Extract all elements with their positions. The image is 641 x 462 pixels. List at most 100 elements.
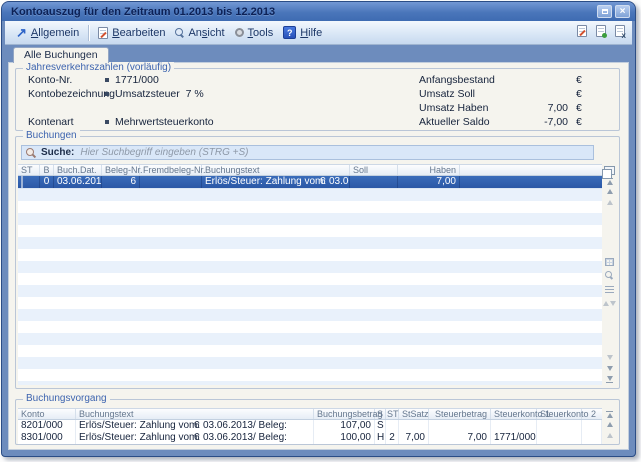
page-up-icon — [607, 433, 613, 438]
table-row-selected[interactable]: 0 03.06.2013 6 Erlös/Steuer: Zahlung vom… — [18, 176, 602, 188]
scroll-up-button[interactable] — [603, 419, 616, 430]
export-icon[interactable] — [615, 25, 625, 37]
field-label: Umsatz Soll — [419, 88, 475, 100]
cell-soll — [350, 176, 398, 188]
column-header-steuerkonto1[interactable]: Steuerkonto 1 — [491, 409, 537, 419]
search-icon — [605, 271, 614, 280]
gear-icon — [235, 28, 244, 37]
scroll-to-bottom-button[interactable] — [603, 374, 616, 385]
field-label: Kontenart — [28, 116, 74, 128]
title-bar[interactable]: Kontoauszug für den Zeitraum 01.2013 bis… — [2, 2, 635, 21]
column-header-soll[interactable]: Soll — [350, 165, 398, 175]
cell-filler — [582, 420, 602, 432]
scroll-to-top-button[interactable] — [603, 408, 616, 419]
column-chooser-button[interactable] — [603, 164, 616, 175]
transaction-scroll-strip — [603, 408, 616, 441]
column-header-filler — [582, 409, 602, 419]
cell-buchungstext: Erlös/Steuer: Zahlung vom: 03.06.2013/ B… — [76, 420, 314, 432]
column-header-st[interactable]: ST — [18, 165, 40, 175]
column-header-buchungsbetrag[interactable]: Buchungsbetrag — [314, 409, 375, 419]
scroll-up-button[interactable] — [603, 186, 616, 197]
toolbar-separator — [88, 25, 89, 41]
cell-b: 0 — [40, 176, 54, 188]
bookings-table-header: ST B Buch.Dat. Beleg-Nr. Fremdbeleg-Nr. … — [18, 164, 602, 176]
column-header-buchungstext[interactable]: Buchungstext — [76, 409, 314, 419]
cell-steuerkonto2 — [537, 432, 582, 444]
column-header-b[interactable]: B — [40, 165, 54, 175]
menu-ansicht[interactable]: Ansicht — [170, 25, 229, 41]
currency-symbol: € — [576, 88, 582, 100]
column-header-st[interactable]: ST — [386, 409, 399, 419]
menu-hilfe[interactable]: ? Hilfe — [278, 24, 327, 41]
column-header-buchdat[interactable]: Buch.Dat. — [54, 165, 102, 175]
menu-tools[interactable]: Tools — [230, 25, 279, 41]
column-header-haben[interactable]: Haben — [398, 165, 460, 175]
client-area: Alle Buchungen Jahresverkehrszahlen (vor… — [6, 46, 631, 452]
close-button[interactable]: × — [615, 5, 630, 18]
scroll-top-icon — [607, 413, 613, 418]
menu-allgemein[interactable]: ↗ Allgemein — [11, 25, 84, 41]
search-row-button[interactable] — [603, 270, 616, 281]
field-label: Kontobezeichnung — [28, 88, 115, 100]
cell-steuerkonto1 — [491, 420, 537, 432]
grid-icon — [605, 258, 614, 266]
column-chooser-icon — [604, 166, 615, 175]
cell-fremdbelegnr — [140, 176, 202, 188]
tab-alle-buchungen[interactable]: Alle Buchungen — [13, 47, 109, 63]
group-summary-title: Jahresverkehrszahlen (vorläufig) — [23, 62, 174, 74]
scroll-bottom-icon — [607, 376, 613, 381]
group-bookings-title: Buchungen — [23, 130, 80, 142]
scroll-top-icon — [607, 180, 613, 185]
page-down-button[interactable] — [603, 352, 616, 363]
help-icon: ? — [283, 26, 296, 39]
toolbar: ↗ Allgemein Bearbeiten Ansicht Tools ? H… — [5, 21, 632, 45]
column-header-fremdbelegnr[interactable]: Fremdbeleg-Nr. — [140, 165, 202, 175]
list-view-button[interactable] — [603, 284, 616, 295]
search-input[interactable] — [80, 147, 589, 158]
cell-steuerkonto2 — [537, 420, 582, 432]
print-icon[interactable] — [577, 25, 587, 37]
table-row[interactable]: 8201/000 Erlös/Steuer: Zahlung vom: 03.0… — [18, 420, 602, 432]
column-header-s[interactable]: S — [375, 409, 386, 419]
edit-icon — [98, 27, 108, 39]
column-header-belegnr[interactable]: Beleg-Nr. — [102, 165, 140, 175]
bullet-icon — [105, 78, 109, 82]
close-icon: × — [620, 7, 626, 17]
menu-bearbeiten[interactable]: Bearbeiten — [93, 25, 170, 41]
refresh-icon[interactable] — [596, 25, 606, 37]
arrow-up-right-icon: ↗ — [16, 27, 27, 38]
field-value: -7,00 — [476, 116, 568, 128]
cell-buchungstext-text: Erlös/Steuer: Zahlung vom: 03.06.2013/ B… — [79, 420, 287, 431]
page-down-icon — [607, 355, 613, 360]
cell-konto: 8301/000 — [18, 432, 76, 444]
table-row[interactable]: 8301/000 Erlös/Steuer: Zahlung vom: 03.0… — [18, 432, 602, 444]
bullet-icon — [105, 92, 109, 96]
scroll-down-button[interactable] — [603, 363, 616, 374]
transaction-table-header: Konto Buchungstext Buchungsbetrag S ST S… — [18, 408, 602, 420]
cell-steuerbetrag — [429, 420, 491, 432]
column-header-steuerkonto2[interactable]: Steuerkonto 2 — [537, 409, 582, 419]
page-up-button[interactable] — [603, 430, 616, 441]
down-arrow-icon — [607, 366, 613, 371]
sort-icon — [603, 301, 616, 306]
cell-buchungstext-beleg: 6 — [194, 432, 200, 444]
grid-view-button[interactable] — [603, 256, 616, 267]
sort-button[interactable] — [603, 298, 616, 309]
search-bar[interactable]: Suche: — [21, 145, 594, 160]
cell-buchungstext-text: Erlös/Steuer: Zahlung vom: 03.06.2013/ B… — [205, 176, 350, 187]
field-value: Mehrwertsteuerkonto — [115, 116, 214, 128]
column-header-buchungstext[interactable]: Buchungstext — [202, 165, 350, 175]
group-jahresverkehrszahlen: Jahresverkehrszahlen (vorläufig) Konto-N… — [15, 68, 620, 131]
page-up-button[interactable] — [603, 197, 616, 208]
restore-button[interactable] — [597, 5, 612, 18]
search-icon — [26, 148, 36, 158]
column-header-steuerbetrag[interactable]: Steuerbetrag — [429, 409, 491, 419]
field-value: Umsatzsteuer 7 % — [115, 88, 204, 100]
column-header-stsatz[interactable]: StSatz — [399, 409, 429, 419]
column-header-konto[interactable]: Konto — [18, 409, 76, 419]
page-up-icon — [607, 200, 613, 205]
cell-steuerbetrag: 7,00 — [429, 432, 491, 444]
cell-buchungsbetrag: 107,00 — [314, 420, 375, 432]
bookings-empty-rows[interactable] — [18, 188, 602, 385]
magnifier-icon — [175, 28, 184, 37]
